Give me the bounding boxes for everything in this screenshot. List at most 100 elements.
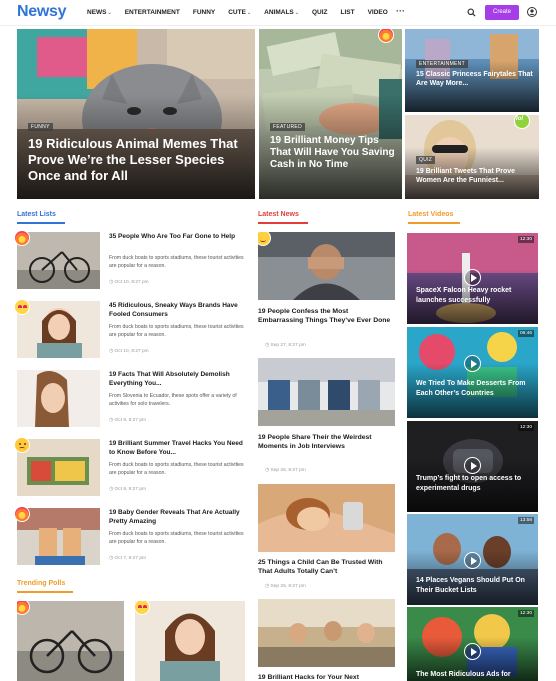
news-thumbnail[interactable] (258, 358, 395, 426)
play-icon[interactable] (464, 643, 481, 660)
hero-middle-card[interactable]: FEATURED 19 Brilliant Money Tips That Wi… (259, 29, 402, 199)
list-item[interactable]: 35 People Who Are Too Far Gone to Help F… (14, 230, 245, 292)
news-title[interactable]: 19 People Confess the Most Embarrassing … (258, 307, 395, 325)
hero-middle-title[interactable]: 19 Brilliant Money Tips That Will Have Y… (270, 135, 395, 172)
nav-label: CUTE (228, 9, 246, 16)
site-logo[interactable]: Newsy (17, 3, 67, 21)
nav-item-quiz[interactable]: QUIZ (312, 9, 328, 16)
video-card[interactable]: 12:30 The Most Ridiculous Ads for (407, 607, 538, 681)
news-title[interactable]: 19 Brilliant Hacks for Your Next (258, 673, 395, 681)
video-card[interactable]: 12:30 Trump’s fight to open access to ex… (407, 421, 538, 512)
news-date: Sep 26, 8:27 pm (265, 468, 306, 473)
nav-label: ANIMALS (264, 9, 294, 16)
list-item-date: Oct 10, 8:27 pm (109, 280, 149, 285)
video-duration: 12:30 (517, 424, 534, 431)
play-icon[interactable] (464, 552, 481, 569)
video-card[interactable]: 06:46 We Tried To Make Desserts From Eac… (407, 327, 538, 418)
nav-label: NEWS (87, 9, 107, 16)
nav-label: FUNNY (192, 9, 216, 16)
list-item[interactable]: 19 Facts That Will Absolutely Demolish E… (17, 370, 245, 430)
news-date: Sep 25, 8:27 pm (265, 584, 306, 589)
latest-news-heading[interactable]: Latest News (258, 211, 299, 218)
hero-right-top-title[interactable]: 15 Classic Princess Fairytales That Are … (416, 71, 534, 88)
category-badge[interactable]: FUNNY (28, 123, 53, 131)
nav-item-video[interactable]: VIDEO (368, 9, 388, 16)
list-item-description: From Slovenia to Ecuador, these spots of… (109, 393, 237, 408)
heart-eyes-reaction-icon (14, 299, 30, 315)
fire-reaction-icon (14, 506, 30, 522)
news-thumbnail[interactable] (258, 232, 395, 300)
nav-item-list[interactable]: LIST (340, 9, 354, 16)
nav-item-animals[interactable]: ANIMALS ⌄ (264, 9, 299, 16)
section-underline (17, 222, 65, 224)
news-thumbnail[interactable] (258, 484, 395, 552)
list-item-title[interactable]: 35 People Who Are Too Far Gone to Help (109, 233, 249, 242)
list-item-date: Oct 8, 8:27 pm (109, 487, 146, 492)
list-thumbnail (17, 370, 100, 427)
category-badge[interactable]: ENTERTAINMENT (416, 60, 468, 68)
create-button[interactable]: Create (485, 5, 519, 20)
latest-videos-heading[interactable]: Latest Videos (408, 211, 453, 218)
hero-main-title[interactable]: 19 Ridiculous Animal Memes That Prove We… (28, 136, 243, 184)
hero-right-bottom-title[interactable]: 19 Brilliant Tweets That Prove Women Are… (416, 168, 534, 185)
list-item-description: From duck boats to sports stadiums, thes… (109, 531, 244, 546)
video-title[interactable]: We Tried To Make Desserts From Each Othe… (416, 379, 534, 398)
chevron-down-icon: ⌄ (294, 9, 299, 16)
user-icon[interactable] (527, 7, 537, 17)
list-item-title[interactable]: 19 Facts That Will Absolutely Demolish E… (109, 371, 249, 389)
chevron-down-icon: ⌄ (246, 9, 252, 16)
video-card[interactable]: 13:58 14 Places Vegans Should Put On The… (407, 514, 538, 605)
video-card[interactable]: 12:30 SpaceX Falcon Heavy rocket launche… (407, 233, 538, 324)
play-icon[interactable] (464, 269, 481, 286)
news-thumbnail[interactable] (258, 599, 395, 667)
list-item-description: From duck boats to sports stadiums, thes… (109, 255, 244, 270)
nav-label: ENTERTAINMENT (124, 9, 180, 16)
news-title[interactable]: 19 People Share Their the Weirdest Momen… (258, 433, 395, 451)
play-icon[interactable] (464, 355, 481, 372)
hero-right-top-card[interactable]: ENTERTAINMENT 15 Classic Princess Fairyt… (405, 29, 539, 112)
list-item-title[interactable]: 19 Baby Gender Reveals That Are Actually… (109, 509, 249, 527)
nav-item-funny[interactable]: FUNNY (193, 9, 215, 16)
video-title[interactable]: The Most Ridiculous Ads for (416, 670, 534, 680)
video-duration: 12:30 (517, 610, 534, 617)
poll-card[interactable] (135, 601, 245, 681)
more-menu-icon[interactable]: ··· (396, 6, 405, 16)
video-duration: 06:46 (517, 330, 534, 337)
poll-thumbnail (135, 601, 245, 681)
search-icon[interactable] (467, 8, 476, 17)
section-underline (258, 222, 308, 224)
poll-thumbnail (17, 601, 124, 681)
play-icon[interactable] (464, 457, 481, 474)
nav-label: QUIZ (311, 9, 328, 16)
hero-right-bottom-card[interactable]: QUIZ 19 Brilliant Tweets That Prove Wome… (405, 115, 539, 199)
list-item-date: Oct 9, 8:27 pm (109, 418, 146, 423)
nav-item-news[interactable]: NEWS ⌄ (87, 9, 112, 16)
video-title[interactable]: SpaceX Falcon Heavy rocket launches succ… (416, 286, 534, 305)
nav-item-entertainment[interactable]: ENTERTAINMENT (125, 9, 180, 16)
nav-label: LIST (340, 9, 355, 16)
main-nav: NEWS ⌄ ENTERTAINMENT FUNNY CUTE ⌄ ANIMALS ⌄… (87, 9, 401, 16)
fire-reaction-icon (14, 230, 30, 246)
trending-polls-heading[interactable]: Trending Polls (17, 580, 65, 587)
list-item-title[interactable]: 19 Brilliant Summer Travel Hacks You Nee… (109, 440, 249, 458)
category-badge[interactable]: QUIZ (416, 156, 436, 164)
top-header: Newsy NEWS ⌄ ENTERTAINMENT FUNNY CUTE ⌄ AN… (0, 0, 556, 26)
sad-reaction-icon (14, 437, 30, 453)
list-item[interactable]: 19 Baby Gender Reveals That Are Actually… (14, 506, 245, 568)
video-title[interactable]: 14 Places Vegans Should Put On Their Buc… (416, 576, 534, 595)
list-item[interactable]: 19 Brilliant Summer Travel Hacks You Nee… (14, 437, 245, 499)
nav-label: VIDEO (367, 9, 388, 16)
latest-lists-heading[interactable]: Latest Lists (17, 211, 56, 218)
video-title[interactable]: Trump’s fight to open access to experime… (416, 474, 534, 493)
hero-main-card[interactable]: FUNNY 19 Ridiculous Animal Memes That Pr… (17, 29, 255, 199)
section-underline (408, 222, 460, 224)
list-item-description: From duck boats to sports stadiums, thes… (109, 462, 244, 477)
nav-item-cute[interactable]: CUTE ⌄ (228, 9, 251, 16)
list-item[interactable]: 45 Ridiculous, Sneaky Ways Brands Have F… (14, 299, 245, 361)
category-badge[interactable]: FEATURED (270, 123, 305, 131)
poll-card[interactable] (17, 601, 124, 681)
list-item-title[interactable]: 45 Ridiculous, Sneaky Ways Brands Have F… (109, 302, 249, 320)
list-item-description: From duck boats to sports stadiums, thes… (109, 324, 244, 339)
list-item-date: Oct 10, 8:27 pm (109, 349, 149, 354)
news-title[interactable]: 25 Things a Child Can Be Trusted With Th… (258, 558, 395, 576)
